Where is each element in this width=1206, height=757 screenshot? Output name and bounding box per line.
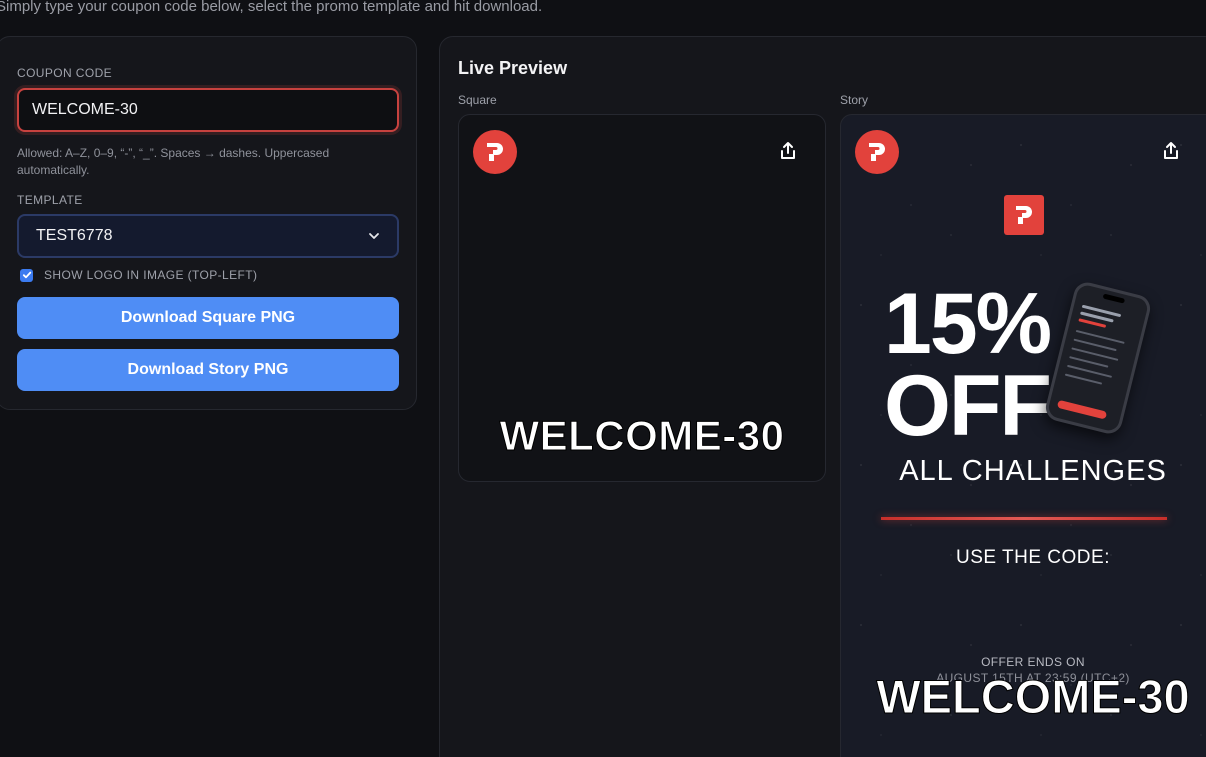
download-story-button[interactable]: Download Story PNG: [17, 349, 399, 391]
coupon-code-input[interactable]: [17, 88, 399, 132]
story-subtitle: ALL CHALLENGES: [899, 455, 1167, 487]
square-coupon-code: WELCOME-30: [499, 412, 785, 460]
check-icon: [22, 271, 31, 279]
show-logo-checkbox[interactable]: [20, 268, 33, 282]
square-preview: WELCOME-30: [458, 114, 826, 482]
show-logo-label: SHOW LOGO IN IMAGE (TOP-LEFT): [44, 268, 258, 282]
chevron-down-icon: [369, 233, 379, 239]
story-coupon-code: WELCOME-30: [876, 670, 1190, 724]
controls-panel: COUPON CODE Allowed: A–Z, 0–9, “-”, “_”.…: [0, 36, 417, 410]
coupon-code-label: COUPON CODE: [17, 66, 113, 80]
brand-logo-icon: [1004, 195, 1044, 235]
preview-title: Live Preview: [458, 58, 568, 78]
share-icon[interactable]: [777, 140, 799, 162]
discount-off: OFF: [884, 358, 1052, 454]
live-preview-panel: Live Preview Square Story WELCOME-30 15%…: [439, 36, 1206, 757]
story-label: Story: [840, 93, 869, 107]
intro-text: Simply type your coupon code below, sele…: [0, 0, 543, 15]
square-label: Square: [458, 93, 497, 107]
offer-ends-label: OFFER ENDS ON: [981, 655, 1085, 669]
show-logo-option[interactable]: SHOW LOGO IN IMAGE (TOP-LEFT): [20, 268, 257, 282]
template-label: TEMPLATE: [17, 193, 83, 207]
template-select[interactable]: TEST6778: [17, 214, 399, 258]
share-icon[interactable]: [1160, 140, 1182, 162]
template-select-value: TEST6778: [36, 227, 113, 244]
use-code-label: USE THE CODE:: [956, 547, 1110, 568]
coupon-help-text: Allowed: A–Z, 0–9, “-”, “_”. Spaces → da…: [17, 146, 330, 177]
brand-logo-icon: [855, 130, 899, 174]
brand-logo-icon: [473, 130, 517, 174]
download-square-button[interactable]: Download Square PNG: [17, 297, 399, 339]
red-divider: [881, 517, 1167, 520]
story-preview: 15% OFF ALL CHALLENGES USE THE CODE: OFF…: [840, 114, 1206, 757]
discount-percent: 15%: [884, 276, 1052, 372]
